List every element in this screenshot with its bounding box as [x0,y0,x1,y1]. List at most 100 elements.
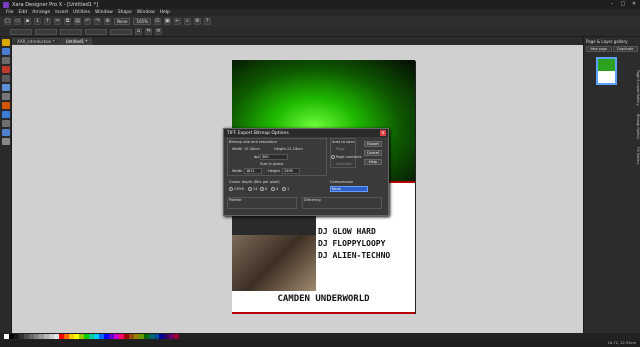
side-tab-page-layer[interactable]: Page & Layer Gallery [633,70,640,106]
undo-icon[interactable]: ↶ [84,18,91,25]
copy-icon[interactable]: ⧉ [64,18,71,25]
redo-icon[interactable]: ↷ [94,18,101,25]
zoom-level-select[interactable]: 105% [133,18,151,25]
venue-text[interactable]: CAMDEN UNDERWORLD [232,294,415,304]
dj-line-3[interactable]: DJ ALIEN-TECHNO [318,250,390,262]
dj-line-2[interactable]: DJ FLOPPYLOOPY [318,238,390,250]
transparency-tool-icon[interactable] [2,111,10,118]
align-icon[interactable]: ≡ [155,28,162,35]
pen-tool-icon[interactable] [2,75,10,82]
zoom-fit-icon[interactable]: ⊡ [153,18,161,25]
zoom-icon[interactable]: ⊕ [104,18,111,25]
width-field[interactable] [60,28,82,35]
import-icon[interactable]: ↓ [34,18,41,25]
dj-lineup: DJ GLOW HARD DJ FLOPPYLOOPY DJ ALIEN-TEC… [318,226,390,262]
menu-edit[interactable]: Edit [19,10,28,15]
menu-window-2[interactable]: Window [137,10,155,15]
headline-text-2[interactable]: 2017 [387,200,406,209]
depth-1-radio[interactable] [282,187,286,191]
node-tool-icon[interactable] [2,48,10,55]
menu-help[interactable]: Help [160,10,170,15]
text-tool-icon[interactable] [2,93,10,100]
contour-tool-icon[interactable] [2,129,10,136]
zoom-mode-select[interactable]: None [114,18,131,25]
brush-tool-icon[interactable] [2,66,10,73]
area-page-option[interactable]: Page [336,147,345,151]
depth-8-radio[interactable] [260,187,264,191]
dpi-select[interactable]: 300 [260,154,288,160]
export-icon[interactable]: ↑ [44,18,51,25]
shape-tool-icon[interactable] [2,84,10,91]
gallery-title: Page & Layer gallery [586,39,628,44]
open-icon[interactable]: ▭ [14,18,21,25]
tab-untitled1[interactable]: Untitled1 * [60,38,93,45]
menu-utilities[interactable]: Utilities [73,10,90,15]
side-tab-bitmap[interactable]: Bitmap Gallery [633,114,640,139]
cancel-button[interactable]: Cancel [364,150,382,156]
dialog-close-icon[interactable]: ✕ [380,130,386,136]
area-page-contents-radio[interactable] [331,155,335,159]
headline-text-1[interactable]: -OFF [387,186,406,195]
dialog-title: TIFF Export Bitmap Options [227,130,289,136]
cut-icon[interactable]: ✂ [54,18,61,25]
help-icon[interactable]: ? [203,18,211,25]
maximize-button[interactable]: □ [619,1,627,7]
window-controls: – □ ✕ [608,1,638,7]
dj-line-1[interactable]: DJ GLOW HARD [318,226,390,238]
cursor-position: 18.72, 22.93cm [607,341,636,345]
infobar: ⌂ ⇋ ≡ [0,27,640,37]
width-px-input[interactable]: 1811 [244,168,262,174]
fill-tool-icon[interactable] [2,102,10,109]
new-page-button[interactable]: New page [586,46,612,52]
page-thumbnail[interactable] [596,57,617,85]
export-button[interactable]: Export [364,141,382,147]
tool-panel [0,37,12,333]
tab-xar-introduction[interactable]: XAR_introduction * [12,38,60,45]
shadow-tool-icon[interactable] [2,120,10,127]
menu-insert[interactable]: Insert [55,10,68,15]
window-title: Xara Designer Pro X - [Untitled1 *] [12,1,99,8]
selector-tool-icon[interactable] [2,39,10,46]
duplicate-button[interactable]: Duplicate [612,46,638,52]
menu-file[interactable]: File [6,10,14,15]
compression-select[interactable]: None [330,186,368,192]
mixer-photo[interactable] [232,235,316,291]
depth-cmyk-radio[interactable] [229,187,233,191]
save-icon[interactable]: ▪ [24,18,31,25]
lock-icon[interactable]: ⌂ [135,28,142,35]
menu-window[interactable]: Window [95,10,113,15]
help-button[interactable]: Help [364,159,382,165]
status-bar: 18.72, 22.93cm [0,340,640,347]
size-group-label: Bitmap size and resolution [229,140,277,144]
depth-24-radio[interactable] [248,187,252,191]
palette-swatch[interactable] [174,334,179,339]
menu-shape[interactable]: Shape [118,10,132,15]
height-field[interactable] [85,28,107,35]
app-icon [3,1,9,8]
paste-icon[interactable]: ▤ [74,18,81,25]
gallery-buttons: New page Duplicate [584,46,640,52]
area-selection-option[interactable]: Selection [336,162,353,166]
zoom-page-icon[interactable]: ▣ [163,18,171,25]
flip-icon[interactable]: ⇋ [145,28,152,35]
zoom-previous-icon[interactable]: ← [173,18,181,25]
new-icon[interactable]: □ [4,18,11,25]
x-position-field[interactable] [10,28,32,35]
width-px-label: Width [232,169,243,173]
gear-icon[interactable]: ⚙ [193,18,201,25]
y-position-field[interactable] [35,28,57,35]
depth-group-label: Colour depth (Bits per pixel) [229,180,280,184]
depth-1-label: 1 [287,187,290,191]
depth-4-radio[interactable] [271,187,275,191]
search-icon[interactable]: ⌕ [183,18,191,25]
minimize-button[interactable]: – [608,1,616,7]
zoom-tool-icon[interactable] [2,138,10,145]
page-thumbnail-image [598,59,615,71]
height-px-input[interactable]: 2509 [282,168,300,174]
side-tab-fill[interactable]: Fill Gallery [633,147,640,165]
menu-arrange[interactable]: Arrange [32,10,50,15]
close-button[interactable]: ✕ [630,1,638,7]
gallery-side-tabs: Page & Layer Gallery Bitmap Gallery Fill… [633,70,640,190]
rotation-field[interactable] [110,28,132,35]
freehand-tool-icon[interactable] [2,57,10,64]
